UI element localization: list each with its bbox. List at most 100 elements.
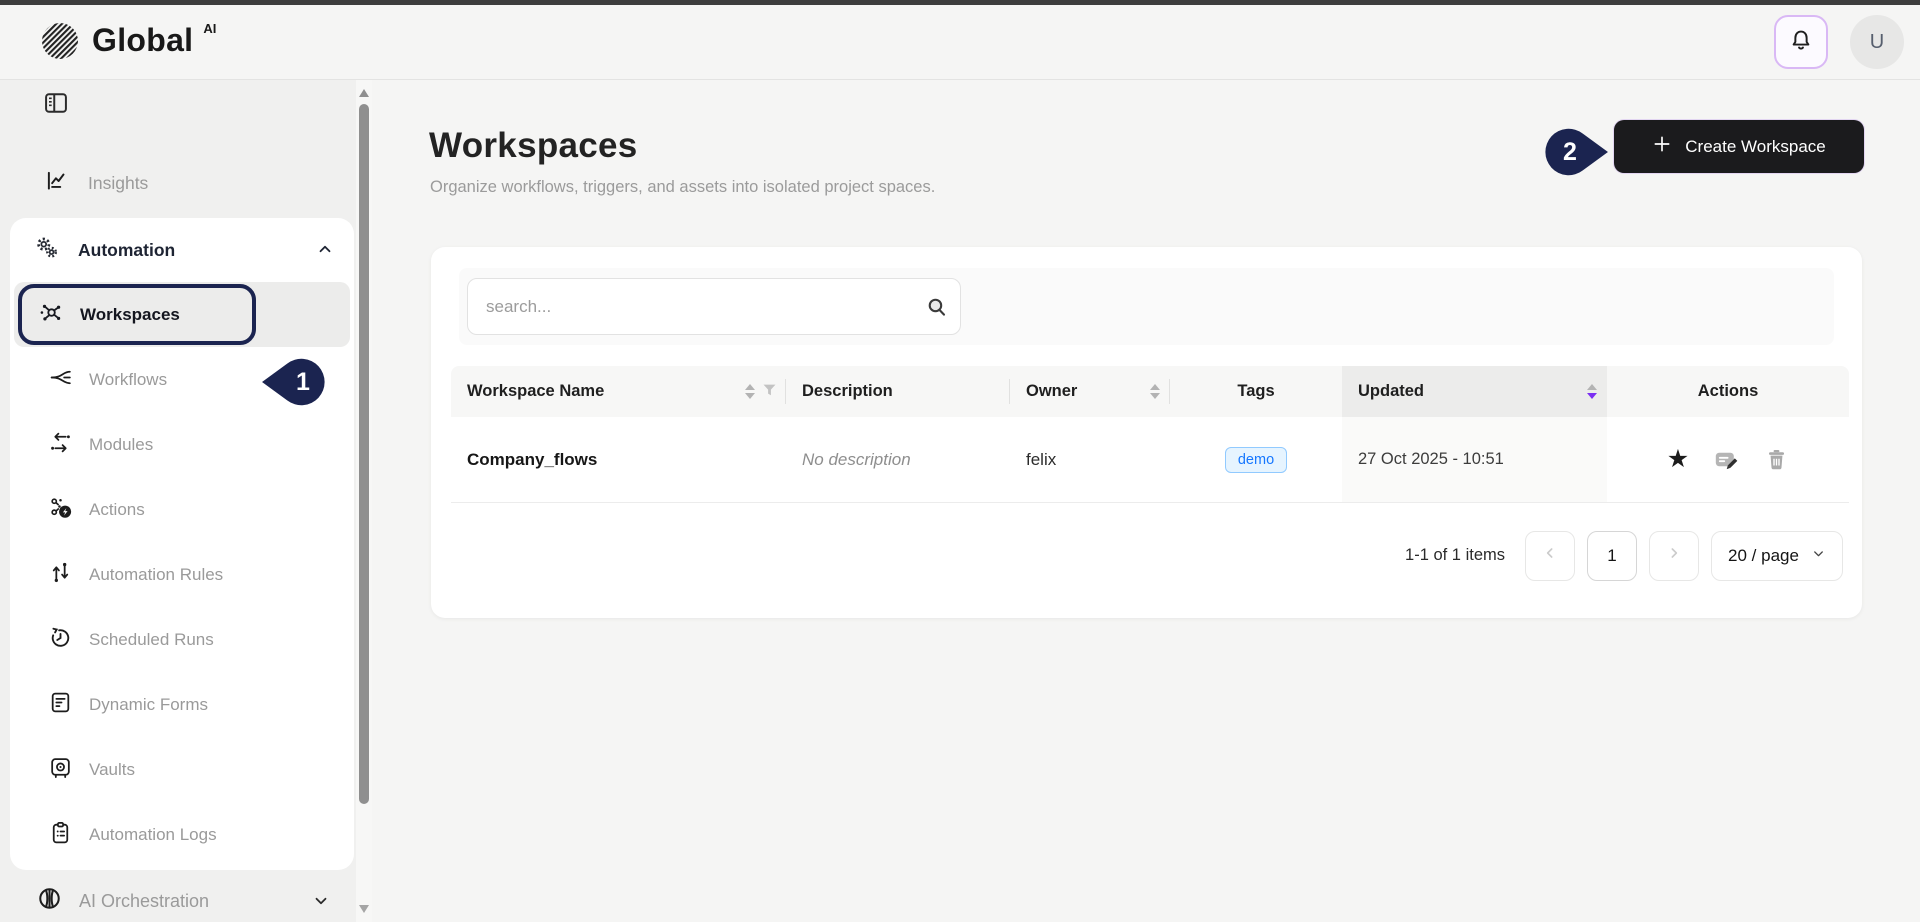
- selected-item-outline[interactable]: Workspaces: [18, 284, 256, 345]
- search-icon[interactable]: [924, 294, 949, 324]
- workspaces-hub-icon: [38, 299, 64, 330]
- pagination-page-number: 1: [1607, 546, 1616, 566]
- sort-control-active[interactable]: [1587, 384, 1597, 399]
- create-workspace-button[interactable]: Create Workspace: [1614, 120, 1864, 173]
- sidebar-item-label: Dynamic Forms: [89, 695, 208, 715]
- annotation-badge-2: 2: [1544, 122, 1610, 182]
- user-avatar[interactable]: U: [1850, 15, 1904, 69]
- sidebar-item-label: Automation Logs: [89, 825, 217, 845]
- pagination-prev-button[interactable]: [1525, 531, 1575, 581]
- create-workspace-label: Create Workspace: [1685, 137, 1825, 157]
- scrollbar-thumb[interactable]: [359, 104, 369, 804]
- sidebar-item-ai-orchestration[interactable]: AI Orchestration: [0, 878, 356, 922]
- column-header-updated[interactable]: Updated: [1342, 366, 1607, 417]
- avatar-initial: U: [1870, 31, 1884, 54]
- sidebar-item-label: AI Orchestration: [79, 891, 209, 912]
- chevron-left-icon: [1542, 545, 1558, 566]
- panel-collapse-icon: [42, 105, 70, 120]
- page-size-value: 20 / page: [1728, 546, 1799, 566]
- sidebar-item-automation-logs[interactable]: Automation Logs: [10, 802, 354, 867]
- workflows-icon: [48, 365, 73, 395]
- sidebar-collapse-button[interactable]: [40, 88, 72, 120]
- scrollbar-down-arrow[interactable]: [359, 905, 369, 913]
- column-header-workspace-name[interactable]: Workspace Name: [451, 366, 786, 417]
- insights-icon: [44, 168, 70, 199]
- ai-orchestration-icon: [36, 885, 63, 917]
- sidebar-item-workspaces[interactable]: Workspaces 1: [10, 282, 354, 347]
- search-field: [467, 278, 961, 335]
- app-header: Global AI U: [0, 5, 1920, 80]
- sidebar-item-scheduled-runs[interactable]: Scheduled Runs: [10, 607, 354, 672]
- sidebar-item-label: Modules: [89, 435, 153, 455]
- page-size-select[interactable]: 20 / page: [1711, 531, 1843, 581]
- column-header-tags: Tags: [1170, 366, 1342, 417]
- favorite-star-icon[interactable]: ★: [1667, 447, 1689, 472]
- pagination-total: 1-1 of 1 items: [1405, 546, 1505, 565]
- modules-icon: [48, 430, 73, 460]
- sidebar-scrollbar[interactable]: [356, 80, 372, 922]
- logo-mark-icon: [38, 18, 82, 67]
- sidebar-item-label: Insights: [88, 173, 148, 194]
- column-header-owner[interactable]: Owner: [1010, 366, 1170, 417]
- sidebar-item-label: Automation: [78, 240, 175, 261]
- sidebar-item-vaults[interactable]: Vaults: [10, 737, 354, 802]
- search-input[interactable]: [467, 278, 961, 335]
- table-toolbar: [459, 268, 1834, 345]
- notifications-button[interactable]: [1774, 15, 1828, 69]
- pagination: 1-1 of 1 items 1 20 / page: [1405, 528, 1843, 583]
- chevron-down-icon: [312, 892, 330, 915]
- sidebar-item-label: Scheduled Runs: [89, 630, 214, 650]
- sidebar-item-label: Automation Rules: [89, 565, 223, 585]
- chevron-right-icon: [1666, 545, 1682, 566]
- automation-logs-icon: [48, 820, 73, 850]
- dynamic-forms-icon: [48, 690, 73, 720]
- column-header-description: Description: [786, 366, 1010, 417]
- pagination-page-1-button[interactable]: 1: [1587, 531, 1637, 581]
- filter-icon[interactable]: [763, 382, 776, 401]
- workspaces-card: Workspace Name Description Owner: [431, 247, 1862, 618]
- column-header-actions: Actions: [1607, 366, 1849, 417]
- sidebar-item-label: Workflows: [89, 370, 167, 390]
- cell-owner: felix: [1010, 417, 1170, 502]
- cell-workspace-name: Company_flows: [451, 417, 786, 502]
- cell-actions: ★: [1607, 417, 1849, 502]
- edit-icon[interactable]: [1713, 446, 1740, 473]
- sidebar-item-automation[interactable]: Automation: [10, 218, 354, 282]
- automation-section-card: Automation: [10, 218, 354, 870]
- pagination-next-button[interactable]: [1649, 531, 1699, 581]
- plus-icon: [1652, 134, 1672, 159]
- sidebar-item-dynamic-forms[interactable]: Dynamic Forms: [10, 672, 354, 737]
- sidebar-item-modules[interactable]: Modules: [10, 412, 354, 477]
- actions-icon: [48, 495, 73, 525]
- scrollbar-up-arrow[interactable]: [359, 89, 369, 97]
- column-label: Tags: [1237, 382, 1274, 401]
- app-root: Global AI U: [0, 0, 1920, 922]
- column-label: Actions: [1698, 382, 1759, 401]
- cell-description: No description: [786, 417, 1010, 502]
- sidebar-item-workflows[interactable]: Workflows: [10, 347, 354, 412]
- sidebar-item-label: Actions: [89, 500, 145, 520]
- workspaces-table: Workspace Name Description Owner: [451, 366, 1849, 503]
- main-content: Workspaces Organize workflows, triggers,…: [372, 80, 1920, 922]
- sidebar-item-actions[interactable]: Actions: [10, 477, 354, 542]
- cell-tags: demo: [1170, 417, 1342, 502]
- column-label: Owner: [1026, 382, 1077, 401]
- logo-text: Global: [92, 18, 193, 62]
- sidebar-item-label: Workspaces: [80, 305, 180, 325]
- chevron-up-icon: [316, 240, 334, 263]
- header-actions: U: [1774, 15, 1904, 69]
- vaults-icon: [48, 755, 73, 785]
- logo: Global AI: [38, 18, 216, 67]
- page-title: Workspaces: [429, 126, 638, 166]
- tag-chip: demo: [1225, 447, 1287, 473]
- sort-control[interactable]: [1150, 384, 1160, 399]
- sort-control[interactable]: [745, 384, 755, 399]
- logo-superscript: AI: [203, 21, 216, 36]
- table-row: Company_flows No description felix demo …: [451, 417, 1849, 503]
- column-label: Description: [802, 382, 893, 401]
- sidebar-item-automation-rules[interactable]: Automation Rules: [10, 542, 354, 607]
- sidebar-item-insights[interactable]: Insights: [44, 168, 148, 199]
- delete-trash-icon[interactable]: [1764, 447, 1789, 472]
- sidebar-item-label: Vaults: [89, 760, 135, 780]
- bell-icon: [1788, 27, 1814, 58]
